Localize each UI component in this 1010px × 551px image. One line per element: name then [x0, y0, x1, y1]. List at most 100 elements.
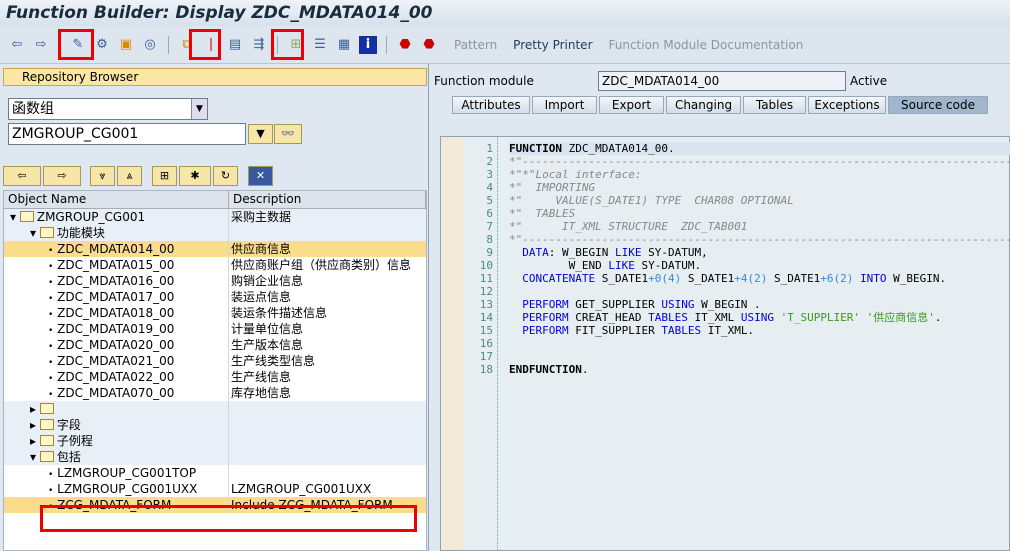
navigation-window-icon[interactable]: ⇶	[250, 36, 268, 54]
line-number: 9	[486, 246, 493, 259]
collapse-all-icon[interactable]: ⩓	[117, 166, 142, 186]
object-name: 字段	[56, 418, 81, 432]
line-number: 7	[486, 220, 493, 233]
refresh-icon[interactable]: ↻	[213, 166, 238, 186]
tree-row[interactable]: ▾ ZMGROUP_CG001 采购主数据	[4, 209, 426, 225]
code-line[interactable]: CONCATENATE S_DATE1+0(4) S_DATE1+4(2) S_…	[509, 272, 1010, 285]
info-icon[interactable]: i	[359, 35, 377, 54]
tree-row[interactable]: • ZDC_MDATA017_00 装运点信息	[4, 289, 426, 305]
code-line[interactable]: W_END LIKE SY-DATUM.	[509, 259, 1010, 272]
tree-row[interactable]: • ZDC_MDATA016_00 购销企业信息	[4, 273, 426, 289]
tree-row[interactable]: ▸ 字段	[4, 417, 426, 433]
line-number: 12	[479, 285, 493, 298]
tab-exceptions[interactable]: Exceptions	[808, 96, 886, 114]
forward-nav-button[interactable]: ⇨	[43, 166, 81, 186]
tab-changing[interactable]: Changing	[666, 96, 741, 114]
code-line[interactable]: *"--------------------------------------…	[509, 233, 1010, 246]
object-name: ZDC_MDATA015_00	[57, 258, 175, 272]
code-line[interactable]	[509, 337, 1010, 350]
where-used-icon[interactable]: ◎	[141, 36, 159, 54]
tree-row[interactable]: • ZDC_MDATA019_00 计量单位信息	[4, 321, 426, 337]
source-code-editor[interactable]: 1 2 3 4 5 6 7 8 9 10 11 12 13 14 15 16 17 18 FUNCTION ZDC…	[440, 136, 1010, 551]
pretty-printer-button[interactable]: Pretty Printer	[513, 38, 592, 52]
tree-row[interactable]: • ZDC_MDATA015_00 供应商账户组（供应商类别）信息	[4, 257, 426, 273]
breakpoint-icon[interactable]: ⬣	[396, 36, 414, 54]
tree-row[interactable]: • ZDC_MDATA018_00 装运条件描述信息	[4, 305, 426, 321]
settings-icon[interactable]: ✱	[179, 166, 211, 186]
tree-row[interactable]: • ZDC_MDATA021_00 生产线类型信息	[4, 353, 426, 369]
activate-icon[interactable]: ⚙	[93, 36, 111, 54]
code-line[interactable]: ENDFUNCTION.	[509, 363, 1010, 376]
session-breakpoint-icon[interactable]: ⬣	[420, 36, 438, 54]
function-module-panel: Function module ZDC_MDATA014_00 Active A…	[430, 64, 1010, 551]
code-line[interactable]: *"*"Local interface:	[509, 168, 1010, 181]
code-line[interactable]: PERFORM CREAT_HEAD TABLES IT_XML USING '…	[509, 311, 1010, 324]
function-module-label: Function module	[434, 74, 534, 88]
code-line[interactable]	[509, 350, 1010, 363]
code-line[interactable]: *" IMPORTING	[509, 181, 1010, 194]
code-line[interactable]: *" IT_XML STRUCTURE ZDC_TAB001	[509, 220, 1010, 233]
code-line[interactable]	[509, 285, 1010, 298]
line-number: 6	[486, 207, 493, 220]
tree-row[interactable]: • ZDC_MDATA070_00 库存地信息	[4, 385, 426, 401]
tab-source-code[interactable]: Source code	[888, 96, 988, 114]
other-object-icon[interactable]: ▣	[117, 36, 135, 54]
tab-tables[interactable]: Tables	[743, 96, 806, 114]
object-type-select[interactable]: 函数组 ▼	[8, 98, 208, 120]
object-name: ZDC_MDATA017_00	[57, 290, 175, 304]
bullet-icon: •	[48, 390, 54, 400]
object-description	[229, 417, 231, 433]
tree-row[interactable]: ▾ 功能模块	[4, 225, 426, 241]
object-name: 功能模块	[56, 226, 105, 240]
tree-row[interactable]: • ZDC_MDATA022_00 生产线信息	[4, 369, 426, 385]
tab-export[interactable]: Export	[599, 96, 664, 114]
object-description: 装运条件描述信息	[231, 306, 328, 320]
dropdown-button[interactable]: ▼	[248, 124, 273, 144]
display-glasses-icon[interactable]: 👓	[274, 124, 302, 144]
tab-attributes[interactable]: Attributes	[452, 96, 530, 114]
code-line[interactable]: PERFORM FIT_SUPPLIER TABLES IT_XML.	[509, 324, 1010, 337]
tab-import[interactable]: Import	[532, 96, 597, 114]
stack-icon[interactable]: ☰	[311, 36, 329, 54]
object-name-input[interactable]: ZMGROUP_CG001	[8, 123, 246, 145]
list-icon[interactable]: ▦	[335, 36, 353, 54]
object-name: ZDC_MDATA021_00	[57, 354, 175, 368]
highlight-box	[271, 29, 304, 60]
line-number: 1	[486, 142, 493, 155]
tree-row[interactable]: • LZMGROUP_CG001TOP	[4, 465, 426, 481]
bullet-icon: •	[48, 342, 54, 352]
tree-row[interactable]: ▾ 包括	[4, 449, 426, 465]
code-line[interactable]: FUNCTION ZDC_MDATA014_00.	[509, 142, 1010, 155]
line-number: 18	[479, 363, 493, 376]
expand-all-icon[interactable]: ⩔	[90, 166, 115, 186]
close-browser-icon[interactable]: ✕	[248, 166, 273, 186]
object-name: ZDC_MDATA070_00	[57, 386, 175, 400]
bullet-icon: •	[48, 374, 54, 384]
tree-row[interactable]: • LZMGROUP_CG001UXX LZMGROUP_CG001UXX	[4, 481, 426, 497]
forward-icon[interactable]: ⇨	[32, 36, 50, 54]
display-object-list-icon[interactable]: ▤	[226, 36, 244, 54]
tree-row[interactable]: • ZDC_MDATA020_00 生产版本信息	[4, 337, 426, 353]
code-line[interactable]: PERFORM GET_SUPPLIER USING W_BEGIN .	[509, 298, 1010, 311]
object-name: ZDC_MDATA016_00	[57, 274, 175, 288]
object-name: 包括	[56, 450, 81, 464]
tree-row[interactable]: ▸ 子例程	[4, 433, 426, 449]
object-description	[229, 433, 231, 449]
object-description: 购销企业信息	[231, 274, 304, 288]
documentation-button[interactable]: Function Module Documentation	[609, 38, 804, 52]
line-number: 16	[479, 337, 493, 350]
back-icon[interactable]: ⇦	[8, 36, 26, 54]
folder-icon	[39, 419, 54, 430]
back-nav-button[interactable]: ⇦	[3, 166, 41, 186]
code-line[interactable]: DATA: W_BEGIN LIKE SY-DATUM,	[509, 246, 1010, 259]
object-name: ZDC_MDATA020_00	[57, 338, 175, 352]
tree-row[interactable]: ▸	[4, 401, 426, 417]
code-line[interactable]: *"--------------------------------------…	[509, 155, 1010, 168]
code-line[interactable]: *" TABLES	[509, 207, 1010, 220]
hierarchy-up-icon[interactable]: ⊞	[152, 166, 177, 186]
function-module-field[interactable]: ZDC_MDATA014_00	[598, 71, 846, 91]
tree-row[interactable]: • ZDC_MDATA014_00 供应商信息	[4, 241, 426, 257]
code-line[interactable]: *" VALUE(S_DATE1) TYPE CHAR08 OPTIONAL	[509, 194, 1010, 207]
highlight-box	[58, 29, 94, 60]
pattern-button[interactable]: Pattern	[454, 38, 497, 52]
